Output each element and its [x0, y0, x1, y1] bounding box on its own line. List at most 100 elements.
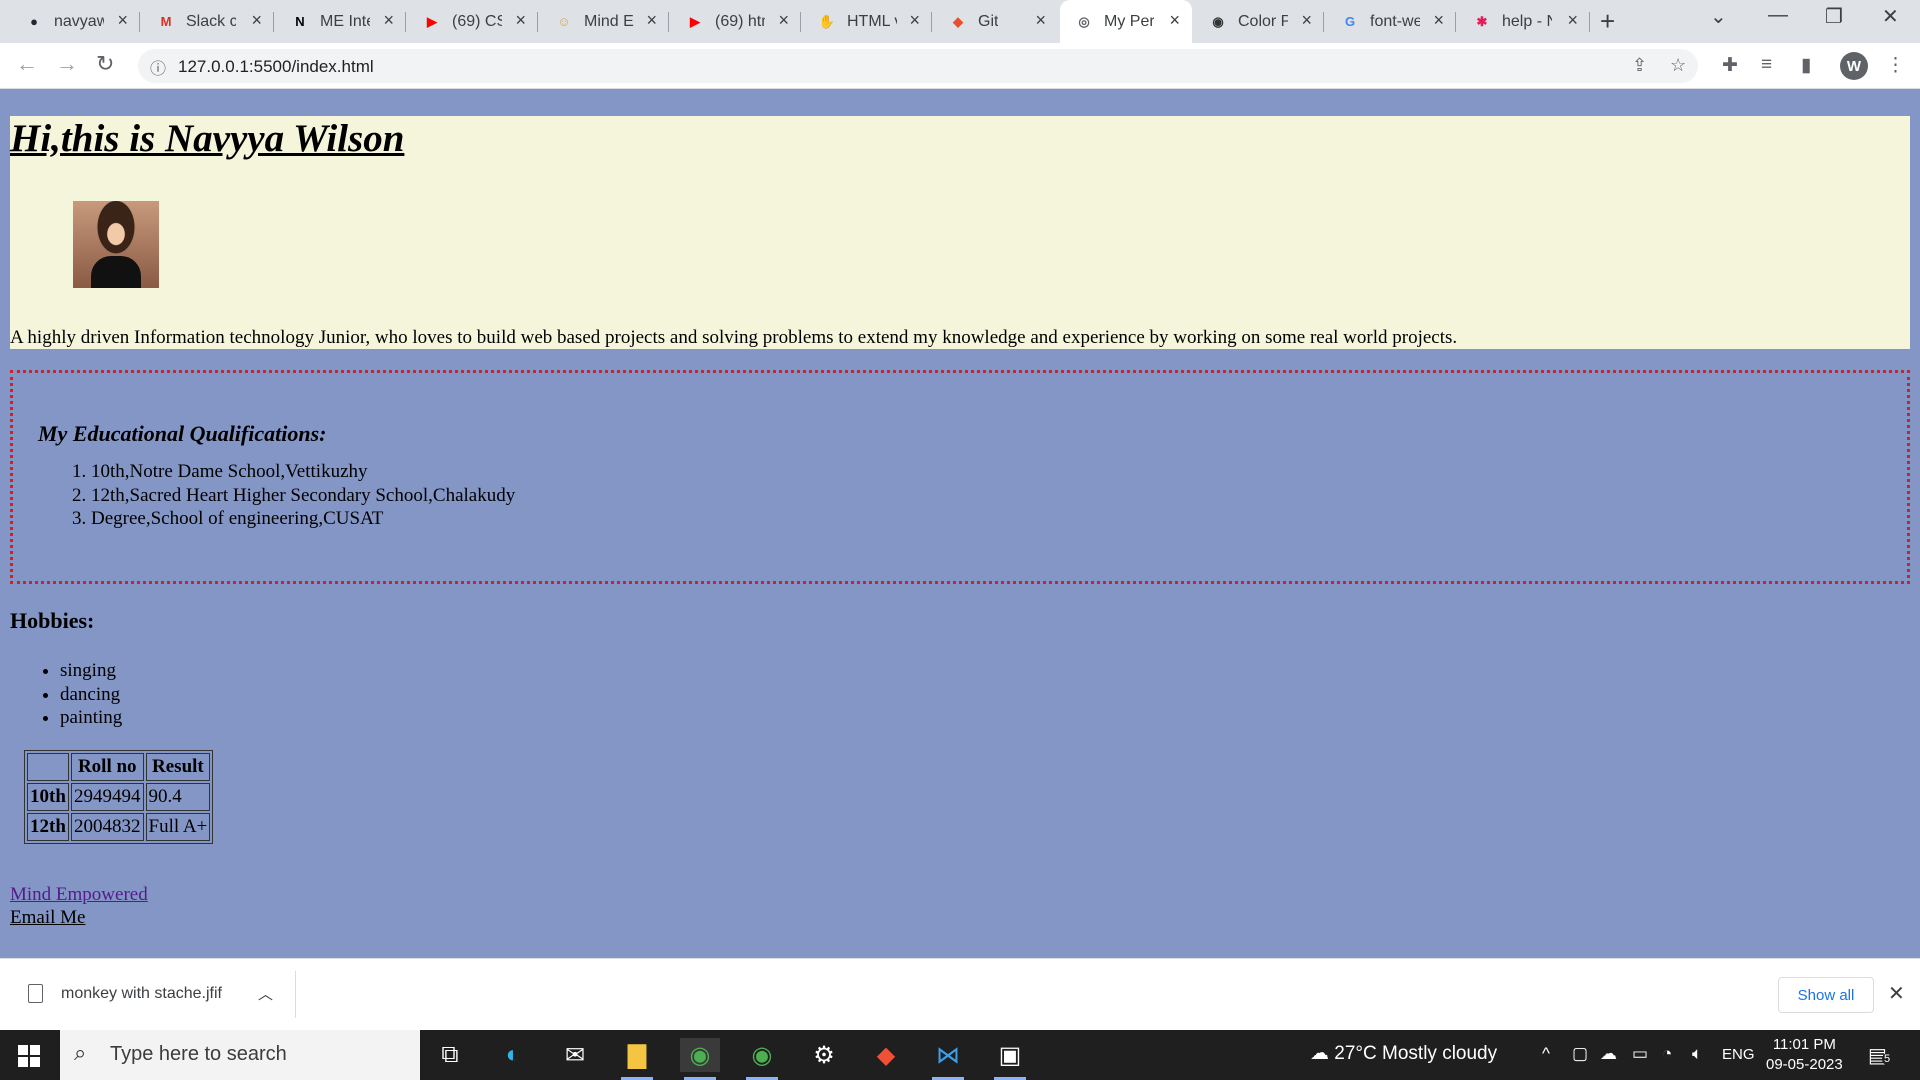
edge-icon[interactable]: ◐ [493, 1038, 533, 1072]
table-header-cell: Result [145, 753, 211, 781]
email-me-link[interactable]: Email Me [10, 907, 85, 929]
hobbies-list: singing dancing painting [35, 659, 122, 730]
close-icon[interactable]: ✕ [1888, 981, 1905, 1006]
close-tab-icon[interactable]: × [909, 10, 920, 31]
profile-photo [73, 201, 159, 288]
profile-avatar[interactable]: W [1840, 52, 1868, 80]
education-title: My Educational Qualifications: [38, 421, 327, 446]
close-tab-icon[interactable]: × [251, 10, 262, 31]
table-header-row: Roll no Result [27, 753, 211, 781]
tab-help-n[interactable]: ✱ help - N × [1458, 0, 1590, 43]
tab-title: Color Pi [1238, 12, 1288, 30]
wifi-icon[interactable]: ◔ [1662, 1044, 1672, 1064]
tab-search-chevron-icon[interactable]: ⌄ [1710, 4, 1727, 29]
bookmark-star-icon[interactable]: ☆ [1670, 55, 1686, 76]
cloud-icon: ☁ [1310, 1043, 1329, 1064]
browser-toolbar: ← → ↻ ⓘ 127.0.0.1:5500/index.html ⇪ ☆ ✚ … [0, 43, 1920, 89]
language-indicator[interactable]: ENG [1722, 1046, 1755, 1063]
battery-icon[interactable]: ▭ [1632, 1044, 1648, 1064]
notification-count: 5 [1882, 1053, 1893, 1065]
tab-69-htm[interactable]: ▶ (69) htm × [671, 0, 801, 43]
table-cell: 90.4 [145, 783, 211, 811]
back-button[interactable]: ← [16, 51, 38, 77]
intro-section: Hi,this is Navyya Wilson A highly driven… [10, 116, 1910, 349]
windows-start-icon[interactable] [18, 1045, 40, 1067]
mind-empowered-link[interactable]: Mind Empowered [10, 884, 148, 906]
task-view-icon[interactable]: ⧉ [430, 1038, 470, 1072]
reading-list-icon[interactable]: ≡ [1761, 54, 1772, 76]
close-tab-icon[interactable]: × [646, 10, 657, 31]
close-tab-icon[interactable]: × [383, 10, 394, 31]
new-tab-button[interactable]: + [1600, 6, 1615, 37]
tab-git[interactable]: ◆ Git × [934, 0, 1058, 43]
clock[interactable]: 11:01 PM 09-05-2023 [1766, 1035, 1843, 1075]
git-app-icon[interactable]: ◆ [866, 1038, 906, 1072]
tab-navyaw[interactable]: ● navyaw × [10, 0, 140, 43]
file-icon [28, 984, 43, 1003]
download-file-name[interactable]: monkey with stache.jfif [61, 985, 222, 1003]
table-cell: Full A+ [145, 813, 211, 841]
tab-title: (69) htm [715, 12, 765, 30]
close-tab-icon[interactable]: × [1433, 10, 1444, 31]
tab-69-css[interactable]: ▶ (69) CSS × [408, 0, 538, 43]
table-row-header: 12th [27, 813, 69, 841]
weather-widget[interactable]: ☁ 27°C Mostly cloudy [1310, 1042, 1497, 1065]
search-icon: ⌕ [74, 1040, 87, 1065]
weather-desc: Mostly cloudy [1382, 1043, 1498, 1064]
close-window-button[interactable]: ✕ [1882, 4, 1899, 29]
maximize-button[interactable]: ❐ [1825, 4, 1843, 29]
google-icon: G [1344, 14, 1356, 29]
address-bar[interactable]: ⓘ 127.0.0.1:5500/index.html ⇪ ☆ [138, 49, 1698, 83]
taskbar-search-box[interactable]: ⌕ Type here to search [60, 1030, 420, 1080]
menu-kebab-icon[interactable]: ⋮ [1886, 54, 1905, 77]
close-tab-icon[interactable]: × [515, 10, 526, 31]
show-all-button[interactable]: Show all [1778, 977, 1874, 1013]
meet-now-icon[interactable]: ▢ [1572, 1044, 1588, 1064]
chevron-up-icon[interactable]: ︿ [258, 983, 273, 1004]
forward-button[interactable]: → [56, 51, 78, 77]
minimize-button[interactable]: — [1768, 4, 1788, 27]
education-item: Degree,School of engineering,CUSAT [91, 507, 515, 531]
table-cell: 2004832 [71, 813, 144, 841]
table-row: 10th 2949494 90.4 [27, 783, 211, 811]
tab-my-pers[interactable]: ◎ My Pers × [1060, 0, 1192, 43]
tab-font-we[interactable]: Gfont-we × [1326, 0, 1456, 43]
close-tab-icon[interactable]: × [778, 10, 789, 31]
tab-html-v[interactable]: ✋ HTML v × [803, 0, 932, 43]
volume-icon[interactable]: 🔈︎ [1692, 1044, 1702, 1064]
youtube-icon: ▶ [690, 13, 700, 29]
extensions-icon[interactable]: ✚ [1722, 54, 1738, 77]
close-tab-icon[interactable]: × [1035, 10, 1046, 31]
clock-time: 11:01 PM [1772, 1036, 1836, 1053]
close-tab-icon[interactable]: × [1169, 10, 1180, 31]
mind-empowered-icon: ☺ [557, 14, 571, 29]
chevron-up-tray-icon[interactable]: ^ [1542, 1044, 1550, 1064]
settings-gear-icon[interactable]: ⚙ [804, 1038, 844, 1072]
page-heading: Hi,this is Navyya Wilson [10, 117, 405, 160]
share-icon[interactable]: ⇪ [1632, 55, 1647, 76]
file-explorer-icon[interactable]: ▇ [617, 1038, 657, 1080]
tab-slack-co[interactable]: M Slack co × [142, 0, 274, 43]
tab-me-inte[interactable]: N ME Inte × [276, 0, 406, 43]
close-tab-icon[interactable]: × [117, 10, 128, 31]
tab-color-pi[interactable]: ◉ Color Pi × [1194, 0, 1324, 43]
close-tab-icon[interactable]: × [1567, 10, 1578, 31]
tab-title: Mind Em [584, 12, 634, 30]
notification-icon[interactable]: ▤ 5 [1868, 1043, 1893, 1068]
tab-title: help - N [1502, 12, 1552, 30]
url-text[interactable]: 127.0.0.1:5500/index.html [178, 57, 374, 77]
side-panel-icon[interactable]: ▮ [1801, 54, 1811, 77]
search-placeholder: Type here to search [110, 1043, 287, 1065]
tab-mind-em[interactable]: ☺ Mind Em × [540, 0, 669, 43]
git-icon: ◆ [953, 13, 963, 29]
site-info-icon[interactable]: ⓘ [150, 55, 166, 79]
chrome-profile-icon[interactable]: ◉ [742, 1038, 782, 1080]
close-tab-icon[interactable]: × [1301, 10, 1312, 31]
reload-button[interactable]: ↻ [96, 51, 114, 77]
chrome-icon[interactable]: ◉ [680, 1038, 720, 1080]
vscode-icon[interactable]: ⋈ [928, 1038, 968, 1080]
photos-icon[interactable]: ▣ [990, 1038, 1030, 1080]
download-bar: monkey with stache.jfif ︿ Show all ✕ [0, 958, 1920, 1030]
mail-icon[interactable]: ✉ [555, 1038, 595, 1072]
onedrive-icon[interactable]: ☁ [1600, 1044, 1617, 1064]
